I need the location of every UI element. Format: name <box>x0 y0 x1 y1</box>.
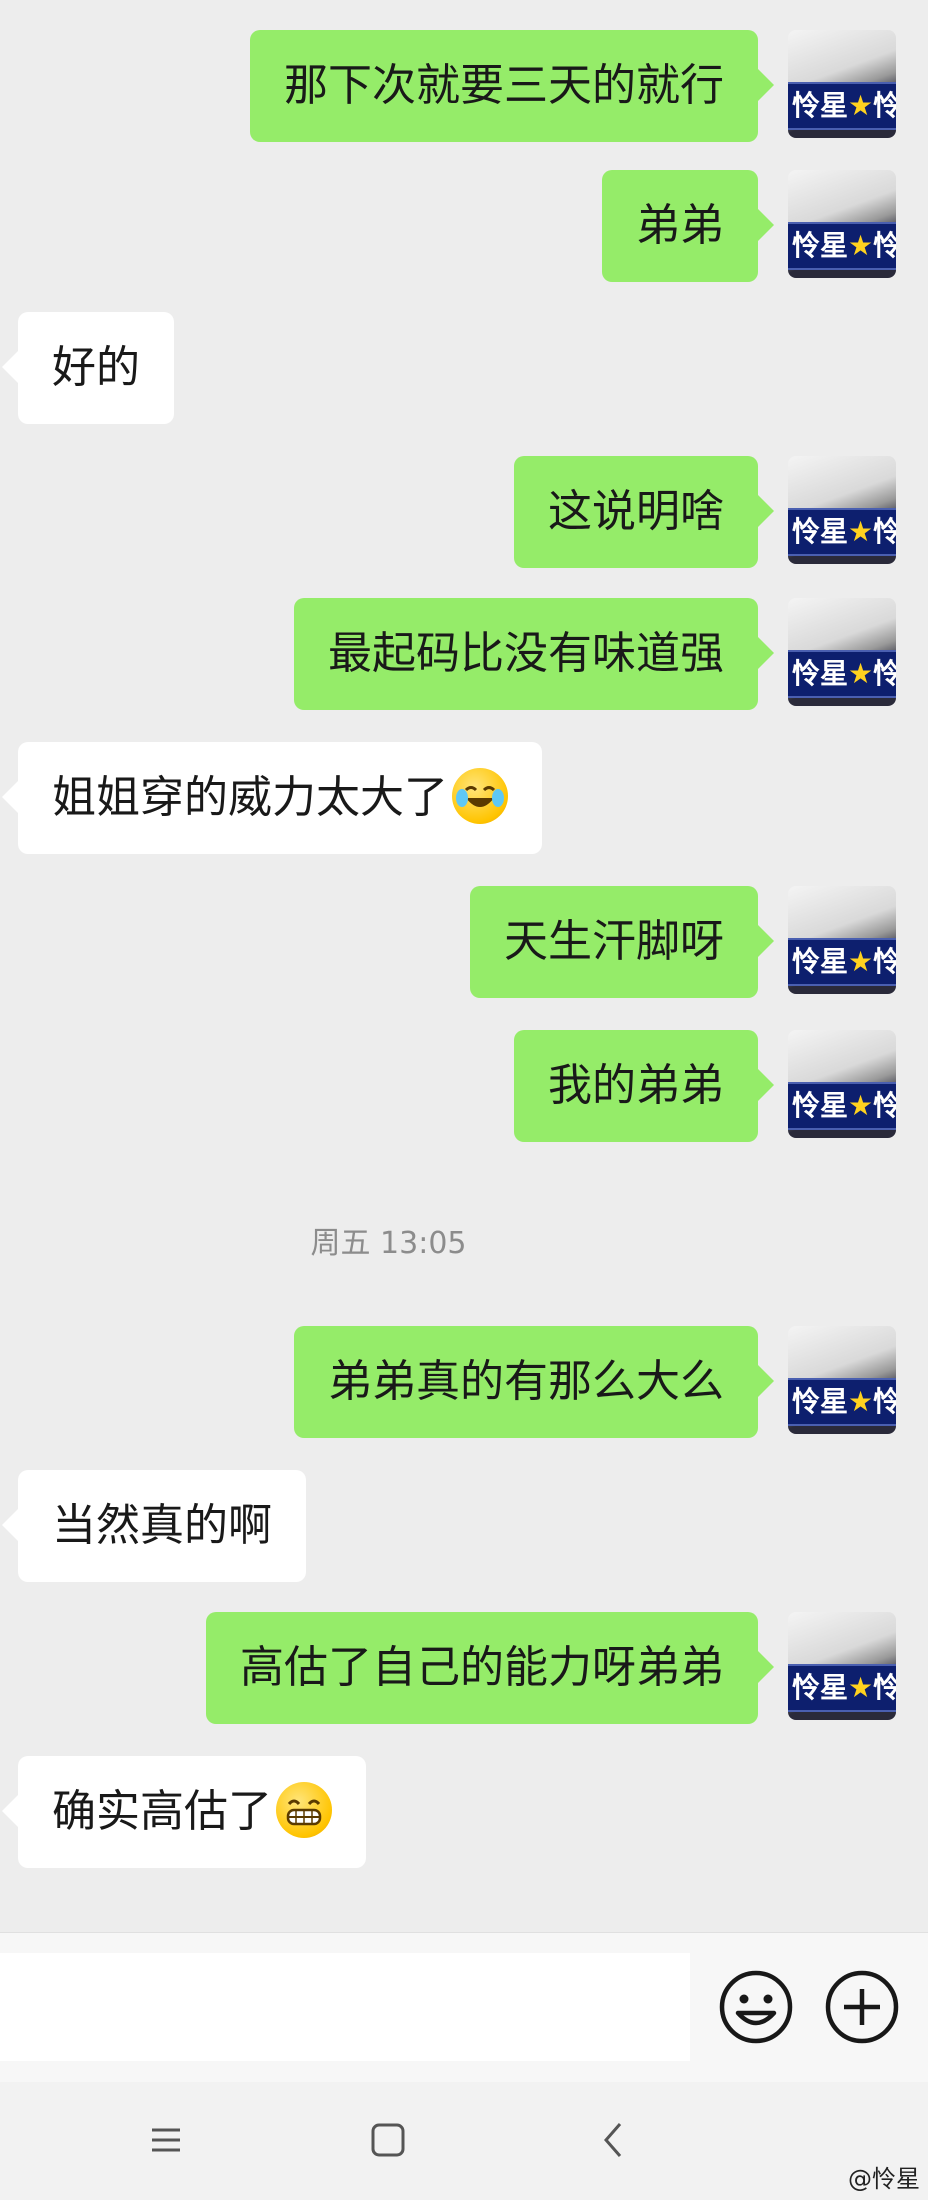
plus-button[interactable] <box>818 1963 906 2051</box>
back-chevron-icon <box>604 2123 622 2157</box>
message-text: 这说明啥 <box>548 486 724 537</box>
avatar[interactable]: 怜星★怜 <box>788 886 896 994</box>
message-row-outgoing: 最起码比没有味道强 怜星★怜 <box>0 598 928 710</box>
message-row-incoming: 当然真的啊 <box>0 1470 928 1582</box>
smiley-icon <box>719 1970 793 2044</box>
message-text: 好的 <box>52 342 140 393</box>
message-bubble[interactable]: 高估了自己的能力呀弟弟 <box>206 1612 774 1724</box>
message-row-incoming: 姐姐穿的威力太大了 <box>0 742 928 854</box>
avatar[interactable]: 怜星★怜 <box>788 598 896 706</box>
laughing-crying-emoji-icon <box>452 768 508 824</box>
grinning-emoji-icon <box>276 1782 332 1838</box>
message-bubble[interactable]: 天生汗脚呀 <box>470 886 774 998</box>
message-text: 那下次就要三天的就行 <box>284 60 724 111</box>
avatar[interactable]: 怜星★怜 <box>788 1030 896 1138</box>
message-bubble[interactable]: 最起码比没有味道强 <box>294 598 774 710</box>
message-row-outgoing: 天生汗脚呀 怜星★怜 <box>0 886 928 998</box>
message-row-outgoing: 这说明啥 怜星★怜 <box>0 456 928 568</box>
avatar[interactable]: 怜星★怜 <box>788 1326 896 1434</box>
message-bubble[interactable]: 当然真的啊 <box>2 1470 306 1582</box>
message-text: 高估了自己的能力呀弟弟 <box>240 1642 724 1693</box>
message-bubble[interactable]: 姐姐穿的威力太大了 <box>2 742 542 854</box>
message-bubble[interactable]: 那下次就要三天的就行 <box>250 30 774 142</box>
chat-history[interactable]: 那下次就要三天的就行 怜星★怜 弟弟 怜星★怜 好的 这说明啥 怜星★怜 最起码… <box>0 0 928 1932</box>
star-icon: ★ <box>848 1671 874 1704</box>
message-text: 弟弟真的有那么大么 <box>328 1356 724 1407</box>
menu-icon <box>152 2128 180 2152</box>
star-icon: ★ <box>848 89 874 122</box>
message-bubble[interactable]: 弟弟 <box>602 170 774 282</box>
emoji-button[interactable] <box>712 1963 800 2051</box>
message-bubble[interactable]: 这说明啥 <box>514 456 774 568</box>
message-bubble[interactable]: 弟弟真的有那么大么 <box>294 1326 774 1438</box>
message-input[interactable] <box>0 1953 690 2061</box>
message-text: 最起码比没有味道强 <box>328 628 724 679</box>
avatar[interactable]: 怜星★怜 <box>788 1612 896 1720</box>
watermark: @怜星 <box>848 2165 920 2193</box>
home-square-icon <box>371 2123 405 2157</box>
message-bubble[interactable]: 确实高估了 <box>2 1756 366 1868</box>
message-text: 当然真的啊 <box>52 1500 272 1551</box>
message-text: 确实高估了 <box>52 1786 272 1837</box>
plus-circle-icon <box>825 1970 899 2044</box>
star-icon: ★ <box>848 515 874 548</box>
star-icon: ★ <box>848 945 874 978</box>
input-bar <box>0 1932 928 2082</box>
message-row-incoming: 好的 <box>0 312 928 424</box>
star-icon: ★ <box>848 229 874 262</box>
back-button[interactable] <box>584 2110 644 2170</box>
timestamp: 周五 13:05 <box>310 1226 467 1261</box>
message-text: 天生汗脚呀 <box>504 916 724 967</box>
message-row-outgoing: 我的弟弟 怜星★怜 <box>0 1030 928 1142</box>
message-text: 姐姐穿的威力太大了 <box>52 772 448 823</box>
avatar[interactable]: 怜星★怜 <box>788 170 896 278</box>
home-button[interactable] <box>358 2110 418 2170</box>
avatar[interactable]: 怜星★怜 <box>788 456 896 564</box>
message-row-outgoing: 弟弟 怜星★怜 <box>0 170 928 282</box>
message-row-outgoing: 弟弟真的有那么大么 怜星★怜 <box>0 1326 928 1438</box>
menu-button[interactable] <box>136 2110 196 2170</box>
avatar[interactable]: 怜星★怜 <box>788 30 896 138</box>
message-text: 弟弟 <box>636 200 724 251</box>
message-row-incoming: 确实高估了 <box>0 1756 928 1868</box>
message-row-outgoing: 那下次就要三天的就行 怜星★怜 <box>0 30 928 142</box>
star-icon: ★ <box>848 1385 874 1418</box>
message-bubble[interactable]: 好的 <box>2 312 174 424</box>
star-icon: ★ <box>848 657 874 690</box>
star-icon: ★ <box>848 1089 874 1122</box>
message-bubble[interactable]: 我的弟弟 <box>514 1030 774 1142</box>
message-row-outgoing: 高估了自己的能力呀弟弟 怜星★怜 <box>0 1612 928 1724</box>
system-navigation-bar: @怜星 <box>0 2082 928 2200</box>
message-text: 我的弟弟 <box>548 1060 724 1111</box>
